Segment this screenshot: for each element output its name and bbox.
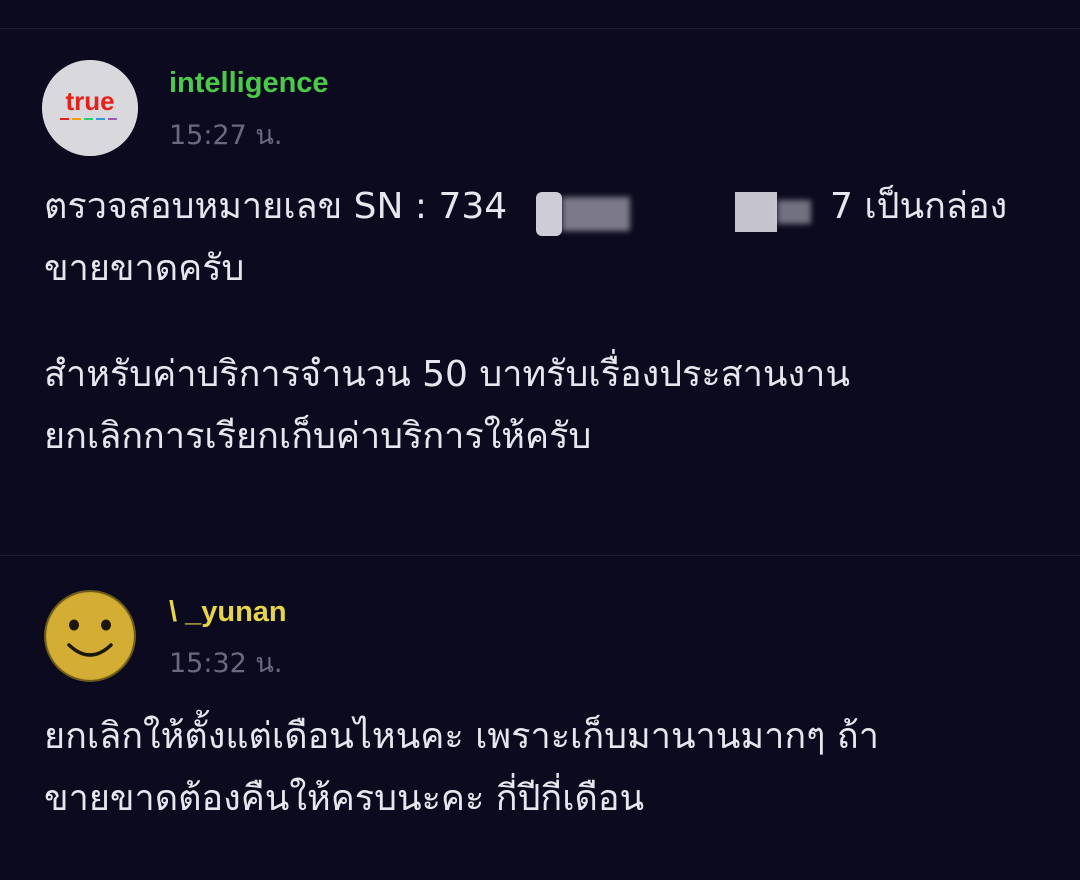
avatar[interactable]	[42, 588, 138, 684]
serial-prefix: ตรวจสอบหมายเลข SN : 734	[44, 186, 508, 227]
avatar[interactable]: true	[42, 60, 138, 156]
true-logo-icon: true	[42, 60, 138, 156]
text-line: สำหรับค่าบริการจำนวน 50 บาทรับเรื่องประส…	[44, 354, 850, 395]
text-line: ขายขาดครับ	[44, 248, 245, 289]
redaction-block	[536, 192, 562, 236]
comment-text: ยกเลิกให้ตั้งแต่เดือนไหนคะ เพราะเก็บมานา…	[44, 706, 1054, 830]
redaction-block	[562, 197, 630, 231]
top-divider	[0, 28, 1080, 29]
text-line: ขายขาดต้องคืนให้ครบนะคะ กี่ปีกี่เดือน	[44, 778, 645, 819]
serial-suffix: 7 เป็นกล่อง	[830, 186, 1008, 227]
text-line: ยกเลิกให้ตั้งแต่เดือนไหนคะ เพราะเก็บมานา…	[44, 716, 879, 757]
username[interactable]: \ _yunan	[169, 596, 287, 629]
text-line: ยกเลิกการเรียกเก็บค่าบริการให้ครับ	[44, 416, 592, 457]
redaction-block	[777, 200, 811, 224]
comment-divider	[0, 555, 1080, 556]
redaction-block	[735, 192, 777, 232]
username[interactable]: intelligence	[169, 67, 329, 100]
timestamp: 15:32 น.	[169, 648, 283, 679]
smiley-face-icon	[44, 590, 136, 682]
timestamp: 15:27 น.	[169, 120, 283, 151]
logo-text: true	[65, 86, 114, 116]
